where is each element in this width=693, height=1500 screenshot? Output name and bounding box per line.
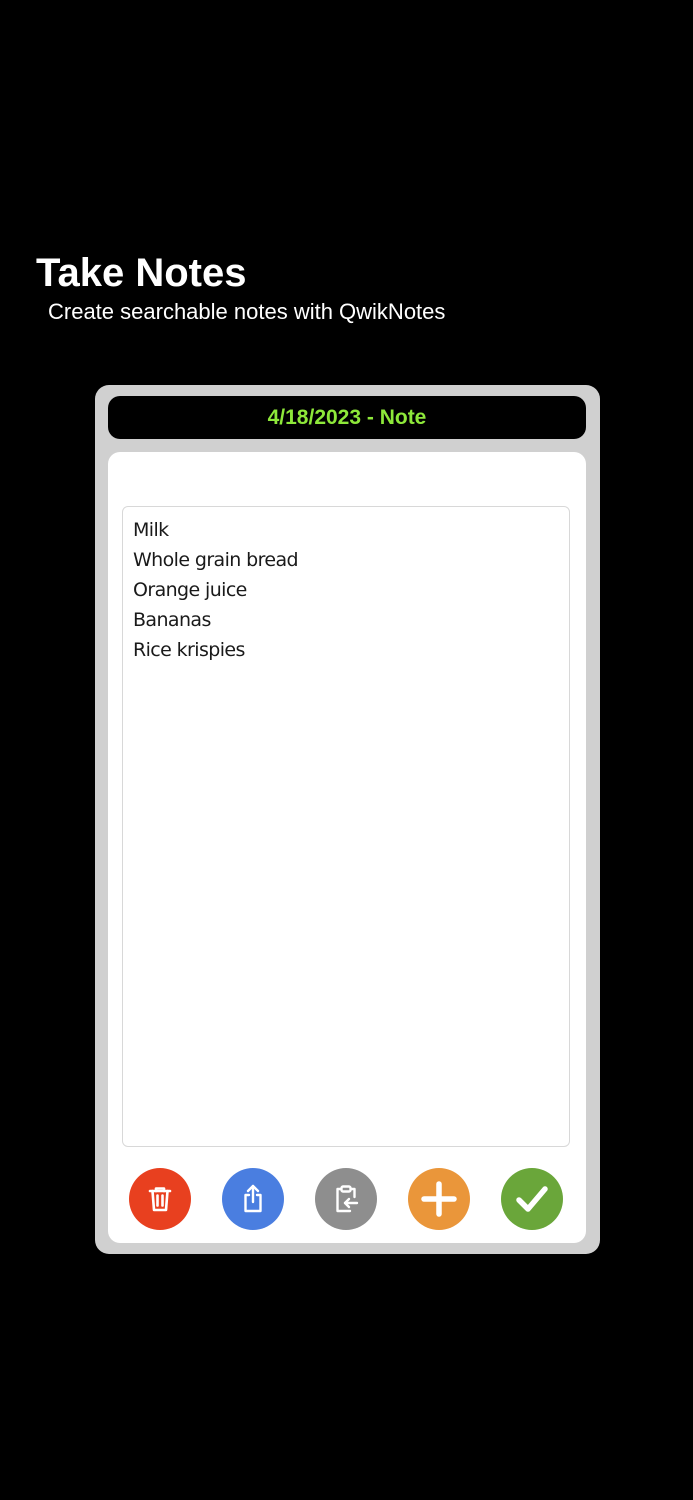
checkmark-icon [516, 1186, 548, 1212]
plus-icon [421, 1181, 457, 1217]
delete-button[interactable] [129, 1168, 191, 1230]
note-line: Rice krispies [133, 639, 245, 661]
note-card: Milk Whole grain bread Orange juice Bana… [108, 452, 586, 1243]
clipboard-paste-icon [336, 1185, 359, 1213]
note-toolbar [129, 1168, 563, 1230]
note-editor-frame: 4/18/2023 - Note Milk Whole grain bread … [95, 385, 600, 1254]
note-text-area[interactable]: Milk Whole grain bread Orange juice Bana… [122, 506, 570, 1147]
note-line: Bananas [133, 609, 211, 631]
share-button[interactable] [222, 1168, 284, 1230]
note-title-bar: 4/18/2023 - Note [108, 396, 586, 439]
trash-icon [148, 1187, 172, 1212]
share-icon [244, 1184, 262, 1213]
page-subtitle: Create searchable notes with QwikNotes [48, 299, 446, 324]
done-button[interactable] [501, 1168, 563, 1230]
paste-button[interactable] [315, 1168, 377, 1230]
note-title: 4/18/2023 - Note [267, 405, 427, 429]
note-line: Milk [133, 519, 169, 541]
add-button[interactable] [408, 1168, 470, 1230]
page-title: Take Notes [36, 251, 247, 295]
note-line: Orange juice [133, 579, 247, 601]
note-line: Whole grain bread [133, 549, 299, 571]
